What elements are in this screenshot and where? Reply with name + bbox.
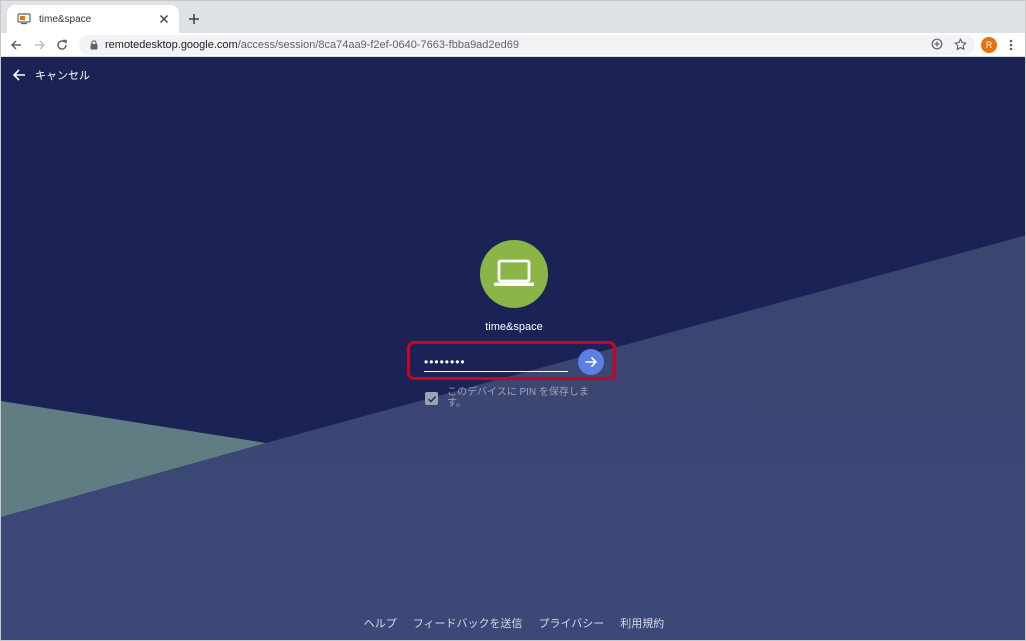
footer-links: ヘルプ フィードバックを送信 プライバシー 利用規約 [1,615,1025,631]
host-avatar [480,240,548,308]
address-bar[interactable]: remotedesktop.google.com/access/session/… [79,35,975,55]
plus-icon [189,14,199,24]
remember-pin-checkbox[interactable] [425,392,438,405]
install-app-button[interactable] [929,36,945,52]
reload-button[interactable] [53,36,71,54]
lock-icon [89,40,99,50]
profile-avatar[interactable]: R [981,37,997,53]
feedback-link[interactable]: フィードバックを送信 [413,615,523,631]
tab-title: time&space [39,13,92,25]
cancel-button[interactable]: キャンセル [11,67,90,83]
terms-link[interactable]: 利用規約 [620,615,664,631]
browser-menu-button[interactable] [1004,36,1018,54]
privacy-link[interactable]: プライバシー [539,615,605,631]
laptop-icon [494,259,534,286]
tab-time-and-space[interactable]: time&space [7,5,179,33]
check-icon [427,395,436,403]
pin-input[interactable] [424,353,568,372]
arrow-right-icon [585,356,598,368]
host-name: time&space [485,321,543,333]
browser-toolbar: remotedesktop.google.com/access/session/… [1,33,1025,57]
help-link[interactable]: ヘルプ [364,615,397,631]
star-icon [953,37,967,50]
url-path: /access/session/8ca74aa9-f2ef-0640-7663-… [237,39,520,51]
submit-pin-button[interactable] [578,349,604,375]
url-text: remotedesktop.google.com/access/session/… [105,39,519,51]
close-icon[interactable] [157,12,171,26]
url-host: remotedesktop.google.com [105,39,238,51]
arrow-left-icon [10,40,21,50]
page-content: キャンセル time&space このデバイスに PIN を保存します。 ヘルプ… [1,57,1025,640]
arrow-right-icon [35,40,46,50]
reload-icon [57,39,67,50]
back-button[interactable] [7,36,25,54]
bookmark-button[interactable] [952,36,968,52]
remote-desktop-icon [17,13,31,25]
arrow-left-icon [11,67,27,83]
new-tab-button[interactable] [185,10,203,28]
plus-circle-icon [931,38,943,50]
cancel-label: キャンセル [35,70,90,82]
browser-window: time&space remotedesktop.google.com/acce… [0,0,1026,641]
forward-button[interactable] [31,36,49,54]
remember-pin-label: このデバイスに PIN を保存します。 [447,387,589,409]
more-vert-icon [1009,39,1013,51]
tab-strip: time&space [1,1,1025,33]
